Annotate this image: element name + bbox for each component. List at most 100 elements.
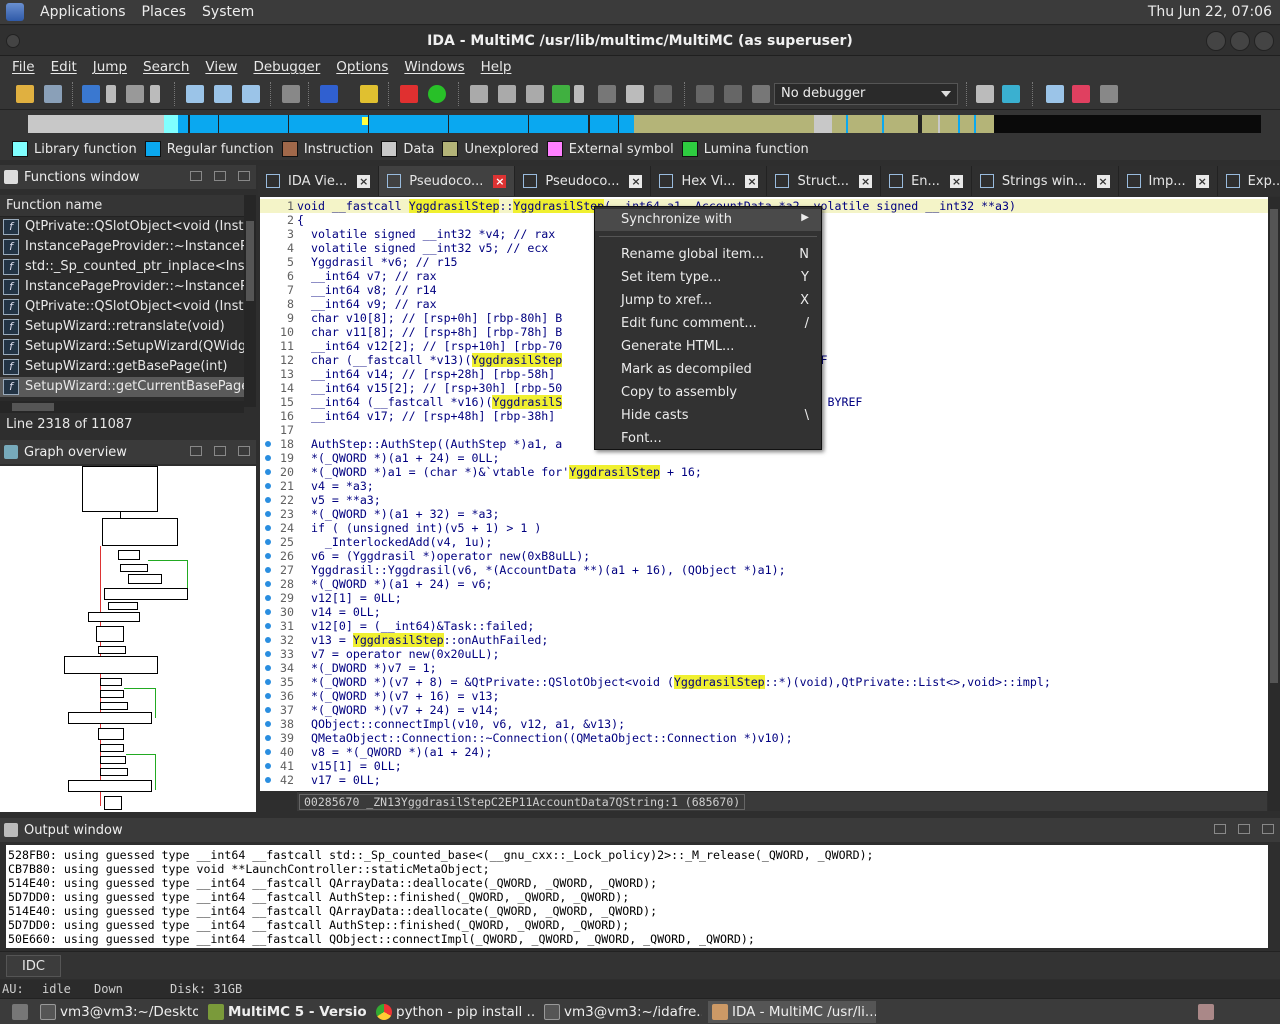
breakpoint-dot-icon[interactable] xyxy=(265,469,271,475)
functions-horizontal-scrollbar[interactable] xyxy=(0,401,244,413)
taskbar-item-ida[interactable]: IDA - MultiMC /usr/li... xyxy=(708,1001,876,1023)
function-row[interactable]: f InstancePageProvider::~InstancePage xyxy=(0,277,244,297)
close-icon[interactable]: × xyxy=(357,174,371,188)
code-line[interactable]: 41 v15[1] = 0LL; xyxy=(260,759,1268,773)
breakpoint-dot-icon[interactable] xyxy=(265,525,271,531)
applications-menu[interactable]: Applications xyxy=(32,4,134,20)
code-vertical-scrollbar[interactable] xyxy=(1268,197,1280,811)
code-line[interactable]: 23 *(_QWORD *)(a1 + 32) = *a3; xyxy=(260,507,1268,521)
tab-pseudocode-active[interactable]: Pseudoco... × xyxy=(379,166,516,196)
jump-segment-icon[interactable] xyxy=(242,85,260,103)
breakpoint-dot-icon[interactable] xyxy=(265,455,271,461)
menu-item-synchronize-with[interactable]: Synchronize with xyxy=(621,212,732,227)
menu-item-jump-to-xref[interactable]: Jump to xref... xyxy=(621,293,712,308)
code-line[interactable]: 30 v14 = 0LL; xyxy=(260,605,1268,619)
close-icon[interactable]: × xyxy=(1096,174,1110,188)
breakpoint-dot-icon[interactable] xyxy=(265,609,271,615)
play-icon[interactable] xyxy=(696,85,714,103)
close-icon[interactable]: × xyxy=(493,174,507,188)
dock-icon[interactable] xyxy=(190,171,202,181)
navigation-band[interactable] xyxy=(28,115,1261,133)
tab-structures[interactable]: Struct... × xyxy=(767,166,882,196)
close-icon[interactable]: × xyxy=(1195,174,1209,188)
menu-item-font[interactable]: Font... xyxy=(621,431,662,446)
breakpoint-dot-icon[interactable] xyxy=(265,623,271,629)
jump-name-icon[interactable] xyxy=(214,85,232,103)
close-icon[interactable]: × xyxy=(949,174,963,188)
code-line[interactable]: 40 v8 = *(_QWORD *)(a1 + 24); xyxy=(260,745,1268,759)
tab-pseudocode-2[interactable]: Pseudoco... × xyxy=(515,166,652,196)
code-line[interactable]: 33 v7 = operator new(0x20uLL); xyxy=(260,647,1268,661)
menu-options[interactable]: Options xyxy=(328,59,396,75)
menu-view[interactable]: View xyxy=(197,59,245,75)
menu-item-set-item-type[interactable]: Set item type... xyxy=(621,270,721,285)
system-menu[interactable]: System xyxy=(194,4,262,20)
functions-vertical-scrollbar[interactable] xyxy=(244,195,256,407)
code-line[interactable]: 19 *(_QWORD *)(a1 + 24) = 0LL; xyxy=(260,451,1268,465)
hook-icon[interactable] xyxy=(598,85,616,103)
tab-ida-view[interactable]: IDA Vie... × xyxy=(258,166,380,196)
close-icon[interactable]: × xyxy=(745,174,759,188)
breakpoint-dot-icon[interactable] xyxy=(265,483,271,489)
minimize-button[interactable] xyxy=(1206,31,1226,51)
float-icon[interactable] xyxy=(1238,824,1250,834)
breakpoint-dot-icon[interactable] xyxy=(265,721,271,727)
breakpoint-dot-icon[interactable] xyxy=(265,567,271,573)
taskbar-item-chrome[interactable]: python - pip install ... xyxy=(372,1001,534,1023)
function-row[interactable]: f SetupWizard::SetupWizard(QWidget xyxy=(0,337,244,357)
menu-file[interactable]: File xyxy=(4,59,43,75)
forward-arrow-icon[interactable] xyxy=(126,85,144,103)
window-titlebar[interactable]: IDA - MultiMC /usr/lib/multimc/MultiMC (… xyxy=(0,26,1280,56)
code-line[interactable]: 21 v4 = *a3; xyxy=(260,479,1268,493)
dock-icon[interactable] xyxy=(190,446,202,456)
tab-enums[interactable]: En... × xyxy=(881,166,972,196)
menu-item-mark-as-decompiled[interactable]: Mark as decompiled xyxy=(621,362,752,377)
menu-item-copy-to-assembly[interactable]: Copy to assembly xyxy=(621,385,737,400)
code-line[interactable]: 25 _InterlockedAdd(v4, 1u); xyxy=(260,535,1268,549)
code-line[interactable]: 20 *(_QWORD *)a1 = (char *)&`vtable for'… xyxy=(260,465,1268,479)
breakpoint-dot-icon[interactable] xyxy=(265,749,271,755)
close-window-button[interactable] xyxy=(1254,31,1274,51)
breakpoint-dot-icon[interactable] xyxy=(265,539,271,545)
breakpoint-dot-icon[interactable] xyxy=(265,707,271,713)
close-icon[interactable] xyxy=(1262,824,1274,834)
settings-icon[interactable] xyxy=(1100,85,1118,103)
code-line[interactable]: 32 v13 = YggdrasilStep::onAuthFailed; xyxy=(260,633,1268,647)
code-line[interactable]: 28 *(_QWORD *)(a1 + 24) = v6; xyxy=(260,577,1268,591)
breakpoint-dot-icon[interactable] xyxy=(265,679,271,685)
taskbar-item-terminal-desktop[interactable]: vm3@vm3:~/Desktop xyxy=(36,1001,198,1023)
menu-search[interactable]: Search xyxy=(135,59,197,75)
close-icon[interactable]: × xyxy=(629,174,643,188)
breakpoint-dot-icon[interactable] xyxy=(265,581,271,587)
clock[interactable]: Thu Jun 22, 07:06 xyxy=(1148,4,1272,20)
code-line[interactable]: 22 v5 = **a3; xyxy=(260,493,1268,507)
search-highlight-icon[interactable] xyxy=(360,85,378,103)
maximize-button[interactable] xyxy=(1230,31,1250,51)
menu-item-edit-func-comment[interactable]: Edit func comment... xyxy=(621,316,757,331)
breakpoint-dropdown-icon[interactable] xyxy=(574,85,584,103)
process-icon[interactable] xyxy=(976,85,994,103)
structures-icon[interactable] xyxy=(1046,85,1064,103)
close-icon[interactable] xyxy=(238,171,250,181)
function-row[interactable]: f SetupWizard::retranslate(void) xyxy=(0,317,244,337)
menu-item-rename-global[interactable]: Rename global item... xyxy=(621,247,764,262)
close-icon[interactable]: × xyxy=(859,174,873,188)
places-menu[interactable]: Places xyxy=(134,4,195,20)
workspace-switcher[interactable] xyxy=(1196,1001,1218,1023)
show-desktop-button[interactable] xyxy=(10,1001,30,1023)
window-menu-icon[interactable] xyxy=(6,34,20,48)
breakpoint-dot-icon[interactable] xyxy=(265,553,271,559)
idc-button[interactable]: IDC xyxy=(6,955,61,977)
breakpoint-dot-icon[interactable] xyxy=(265,637,271,643)
close-icon[interactable] xyxy=(238,446,250,456)
back-dropdown-icon[interactable] xyxy=(106,85,116,103)
dock-icon[interactable] xyxy=(1214,824,1226,834)
jump-address-icon[interactable] xyxy=(186,85,204,103)
code-icon[interactable] xyxy=(470,85,488,103)
breakpoint-dot-icon[interactable] xyxy=(265,595,271,601)
float-icon[interactable] xyxy=(214,171,226,181)
code-line[interactable]: 39 QMetaObject::Connection::~Connection(… xyxy=(260,731,1268,745)
stop-icon[interactable] xyxy=(752,85,770,103)
code-line[interactable]: 36 *(_QWORD *)(v7 + 16) = v13; xyxy=(260,689,1268,703)
code-line[interactable]: 35 *(_QWORD *)(v7 + 8) = &QtPrivate::QSl… xyxy=(260,675,1268,689)
